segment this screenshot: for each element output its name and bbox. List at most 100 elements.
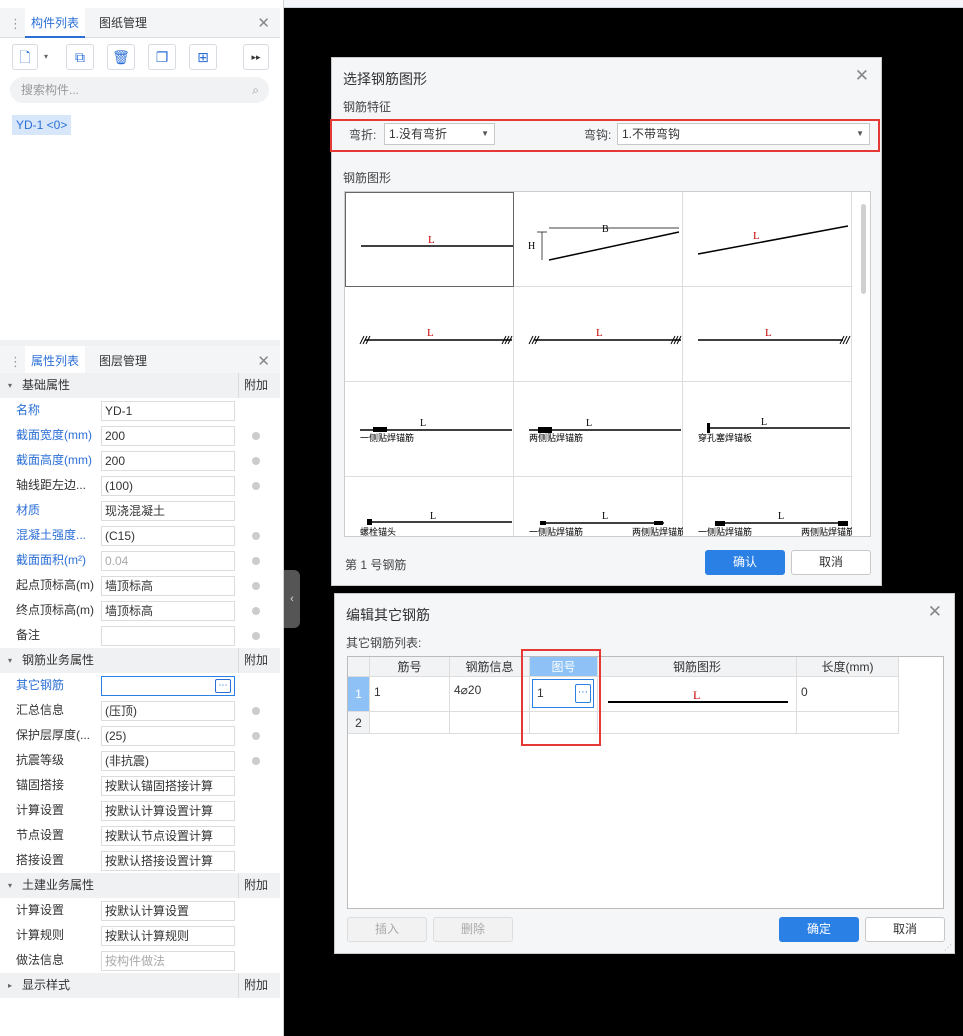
tab-layer-manage[interactable]: 图层管理 [93, 346, 153, 376]
ellipsis-icon[interactable]: ⋯ [215, 679, 231, 693]
expand-icon[interactable]: ▸ [8, 973, 12, 998]
attach-checkbox[interactable] [252, 457, 260, 465]
cell-bar-info[interactable] [450, 712, 530, 734]
cell-bar-no[interactable] [370, 712, 450, 734]
shape-option[interactable]: BH [514, 192, 683, 287]
shape-drawing: L [361, 234, 513, 247]
scrollbar[interactable] [861, 204, 866, 294]
cancel-button[interactable]: 取消 [865, 917, 945, 942]
search-input[interactable]: 搜索构件... ⌕ [10, 77, 269, 103]
close-icon[interactable]: ✕ [257, 14, 270, 32]
header-bar-no[interactable]: 筋号 [370, 657, 450, 677]
copy-icon[interactable]: ⧉ [66, 44, 94, 70]
property-value-field[interactable]: ⋯ [101, 676, 235, 696]
property-value-field[interactable]: 现浇混凝土 [101, 501, 235, 521]
property-value-field[interactable]: 按默认搭接设置计算 [101, 851, 235, 871]
more-icon[interactable]: ▸▸ [243, 44, 269, 70]
attach-checkbox[interactable] [252, 432, 260, 440]
tab-component-list[interactable]: 构件列表 [25, 8, 86, 38]
section-label: 土建业务属性 [22, 878, 95, 892]
property-value-field[interactable]: 0.04 [101, 551, 235, 571]
property-value-field[interactable]: 按默认计算设置计算 [101, 801, 235, 821]
insert-button[interactable]: 插入 [347, 917, 427, 942]
tab-property-list[interactable]: 属性列表 [25, 346, 86, 376]
shape-option[interactable]: L 穿孔塞焊锚板 [683, 382, 852, 477]
collapse-icon[interactable]: ▾ [8, 873, 12, 898]
attach-checkbox[interactable] [252, 607, 260, 615]
attach-checkbox[interactable] [252, 632, 260, 640]
property-value-field[interactable]: (非抗震) [101, 751, 235, 771]
property-value-field[interactable]: 按默认计算规则 [101, 926, 235, 946]
cell-bar-info[interactable]: 4⌀20 [450, 677, 530, 712]
property-value-field[interactable]: 200 [101, 426, 235, 446]
section-display[interactable]: ▸ 显示样式 附加 [0, 973, 280, 998]
cell-length[interactable]: 0 [797, 677, 899, 712]
attach-checkbox[interactable] [252, 707, 260, 715]
delete-icon[interactable]: 🗑 [107, 44, 135, 70]
confirm-button[interactable]: 确认 [705, 550, 785, 575]
shape-dimension-label: L [427, 327, 434, 339]
new-icon[interactable]: 🗋 [12, 44, 38, 70]
attach-checkbox[interactable] [252, 482, 260, 490]
shape-option[interactable]: L [683, 287, 852, 382]
ok-button[interactable]: 确定 [779, 917, 859, 942]
attach-checkbox[interactable] [252, 582, 260, 590]
property-value-field[interactable]: 墙顶标高 [101, 601, 235, 621]
collapse-icon[interactable]: ▾ [8, 373, 12, 398]
section-civil[interactable]: ▾ 土建业务属性 附加 [0, 873, 280, 898]
shape-option[interactable]: L [345, 192, 514, 287]
shape-option[interactable]: L [514, 287, 683, 382]
duplicate-icon[interactable]: ❐ [148, 44, 176, 70]
header-bar-info[interactable]: 钢筋信息 [450, 657, 530, 677]
shape-option[interactable]: L 一侧贴焊锚筋 两侧贴焊锚筋 [683, 477, 852, 536]
shape-option[interactable]: L [683, 192, 852, 287]
delete-button[interactable]: 删除 [433, 917, 513, 942]
property-value-field[interactable]: 按默认计算设置 [101, 901, 235, 921]
attach-checkbox[interactable] [252, 532, 260, 540]
property-label: 混凝土强度... [16, 528, 87, 542]
chevron-down-icon[interactable]: ▾ [44, 52, 48, 61]
header-shape[interactable]: 钢筋图形 [598, 657, 797, 677]
property-value-field[interactable]: (压顶) [101, 701, 235, 721]
section-basic[interactable]: ▾ 基础属性 附加 [0, 373, 280, 398]
cancel-button[interactable]: 取消 [791, 550, 871, 575]
collapse-icon[interactable]: ▾ [8, 648, 12, 673]
shape-drawing: L两侧贴焊锚筋 [529, 418, 681, 443]
close-icon[interactable]: ✕ [855, 66, 869, 86]
section-rebar[interactable]: ▾ 钢筋业务属性 附加 [0, 648, 280, 673]
property-value-field[interactable]: YD-1 [101, 401, 235, 421]
shape-option[interactable]: L 两侧贴焊锚筋 [514, 382, 683, 477]
attach-checkbox[interactable] [252, 557, 260, 565]
property-value-field[interactable]: (25) [101, 726, 235, 746]
property-row: 备注 [0, 623, 280, 648]
layer-icon[interactable]: ⊞ [189, 44, 217, 70]
property-value-field[interactable]: 按默认节点设置计算 [101, 826, 235, 846]
property-value-field[interactable]: 200 [101, 451, 235, 471]
close-icon[interactable]: ✕ [257, 352, 270, 370]
tab-drawing-manage[interactable]: 图纸管理 [93, 8, 153, 38]
attach-checkbox[interactable] [252, 732, 260, 740]
component-list-item[interactable]: YD-1 <0> [12, 115, 72, 135]
shape-option[interactable]: L [345, 287, 514, 382]
property-value-field[interactable]: 按默认锚固搭接计算 [101, 776, 235, 796]
attach-checkbox[interactable] [252, 757, 260, 765]
property-value-field[interactable]: 墙顶标高 [101, 576, 235, 596]
shape-option[interactable]: L 螺栓锚头 [345, 477, 514, 536]
row-header[interactable]: 2 [348, 712, 370, 734]
header-length[interactable]: 长度(mm) [797, 657, 899, 677]
property-value-field[interactable]: 按构件做法 [101, 951, 235, 971]
cell-bar-no[interactable]: 1 [370, 677, 450, 712]
hook-select[interactable]: 1.不带弯钩 ▼ [617, 123, 870, 145]
property-value-field[interactable]: (100) [101, 476, 235, 496]
close-icon[interactable]: ✕ [928, 602, 942, 622]
resize-grip-icon[interactable]: ⋰ [944, 943, 952, 952]
shape-option[interactable]: L 一侧贴焊锚筋 两侧贴焊锚筋 [514, 477, 683, 536]
property-label: 搭接设置 [16, 853, 65, 867]
bend-select[interactable]: 1.没有弯折 ▼ [384, 123, 495, 145]
property-value-field[interactable]: (C15) [101, 526, 235, 546]
shape-option[interactable]: L 一侧贴焊锚筋 [345, 382, 514, 477]
property-value-field[interactable] [101, 626, 235, 646]
row-header[interactable]: 1 [348, 677, 370, 712]
collapse-icon[interactable]: ‹ [284, 570, 300, 628]
cell-length[interactable] [797, 712, 899, 734]
